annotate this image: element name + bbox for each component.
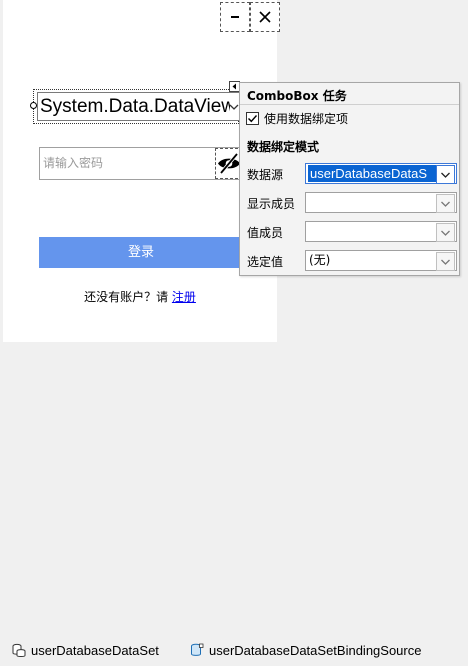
selected-value-label: 选定值 [247, 255, 284, 269]
register-link[interactable]: 注册 [172, 290, 196, 304]
chevron-down-icon [441, 259, 450, 265]
tray-item-dataset[interactable]: userDatabaseDataSet [12, 643, 182, 661]
register-prompt-line: 还没有账户？请 注册 [3, 288, 277, 305]
tray-item-label: userDatabaseDataSetBindingSource [209, 643, 422, 658]
dropdown-button[interactable] [436, 194, 455, 213]
username-combobox[interactable]: System.Data.DataView [37, 92, 241, 121]
caret-left-icon [232, 83, 236, 90]
value-member-dropdown[interactable] [305, 221, 457, 242]
selected-value-value: (无) [309, 253, 331, 267]
panel-title: ComboBox 任务 [247, 89, 347, 103]
display-member-dropdown[interactable] [305, 192, 457, 213]
dropdown-button[interactable] [436, 165, 455, 184]
use-binding-label[interactable]: 使用数据绑定项 [264, 110, 348, 127]
resize-handle[interactable] [30, 102, 37, 109]
panel-divider [240, 104, 459, 105]
chevron-down-icon [441, 230, 450, 236]
tray-item-label: userDatabaseDataSet [31, 643, 159, 658]
display-member-label: 显示成员 [247, 197, 296, 211]
chevron-down-icon [441, 201, 450, 207]
password-placeholder: 请输入密码 [43, 156, 104, 170]
minimize-button[interactable] [220, 2, 250, 32]
binding-mode-heading: 数据绑定模式 [247, 140, 320, 154]
use-binding-checkbox[interactable] [246, 112, 259, 125]
binding-source-icon [191, 643, 204, 656]
checkmark-icon [248, 115, 258, 123]
minimize-icon [231, 16, 239, 18]
combobox-text: System.Data.DataView [40, 96, 230, 117]
tray-item-binding-source[interactable]: userDatabaseDataSetBindingSource [190, 643, 430, 661]
combobox-tasks-panel: ComboBox 任务 使用数据绑定项 数据绑定模式 数据源 userDatab… [239, 82, 460, 276]
close-button[interactable] [250, 2, 280, 32]
selected-value-dropdown[interactable]: (无) [305, 250, 457, 271]
login-button[interactable]: 登录 [39, 237, 243, 268]
chevron-down-icon [441, 172, 450, 178]
value-member-label: 值成员 [247, 226, 284, 240]
dropdown-button[interactable] [436, 223, 455, 242]
database-icon [12, 643, 26, 657]
data-source-dropdown[interactable]: userDatabaseDataS [305, 163, 457, 184]
close-icon [259, 11, 271, 23]
data-source-value: userDatabaseDataS [308, 165, 436, 182]
password-field[interactable]: 请输入密码 [39, 147, 243, 180]
data-source-label: 数据源 [247, 168, 284, 182]
designer-form: 请输入密码 登录 还没有账户？请 注册 [3, 0, 280, 342]
dropdown-button[interactable] [436, 252, 455, 271]
register-prompt-text: 还没有账户？请 [84, 290, 172, 304]
